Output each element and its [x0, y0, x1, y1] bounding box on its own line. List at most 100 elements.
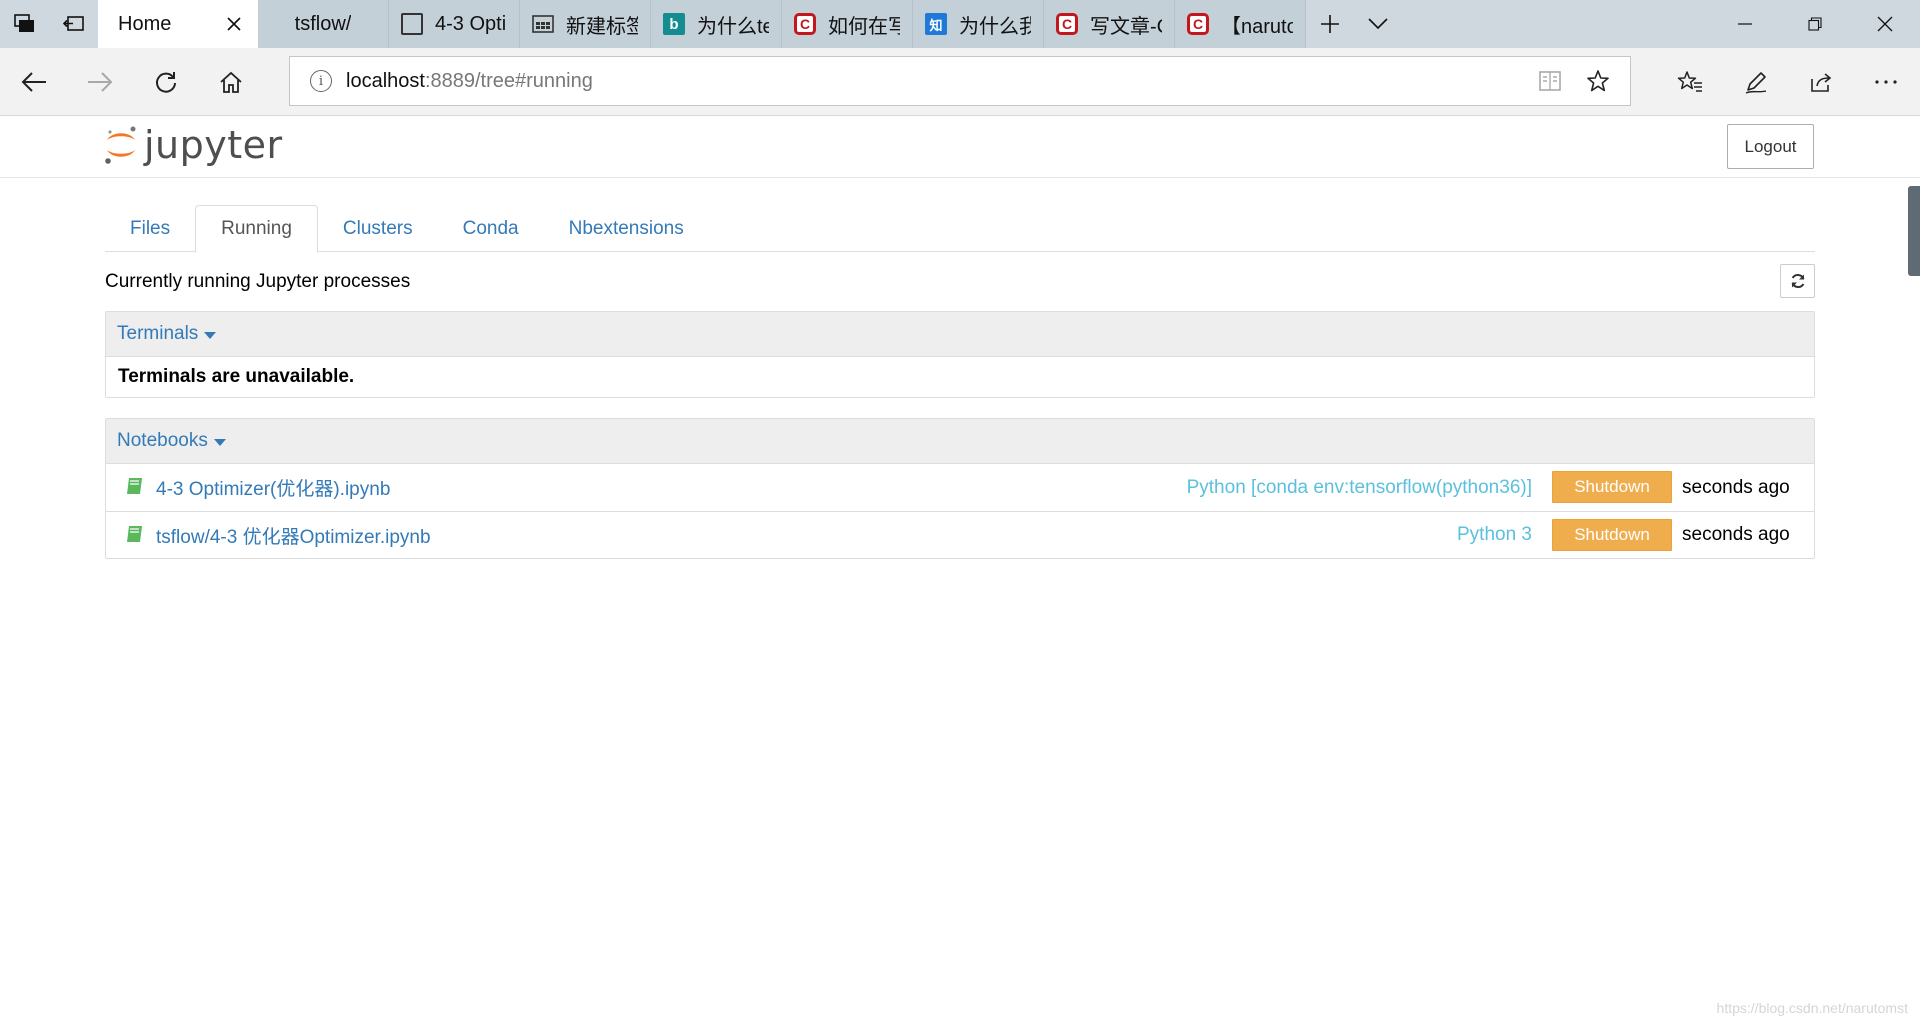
url-text[interactable]: localhost:8889/tree#running — [346, 70, 593, 93]
browser-tab-strip: Home tsflow/ 4-3 Optimi 新建标签页 b 为什么tens … — [0, 0, 1920, 48]
star-icon — [1587, 70, 1609, 92]
close-window-button[interactable] — [1850, 0, 1920, 48]
share-button[interactable] — [1797, 58, 1845, 106]
jupyter-logo-icon — [105, 126, 136, 164]
restore-icon — [1808, 17, 1822, 31]
browser-tab[interactable]: b 为什么tens — [651, 0, 782, 48]
chevron-down-icon — [1368, 18, 1388, 30]
browser-tab-label: 为什么tens — [697, 15, 769, 38]
refresh-icon — [156, 72, 176, 93]
scrollbar-thumb[interactable] — [1908, 186, 1920, 276]
browser-tab-label: tsflow/ — [294, 12, 352, 35]
browser-tab-label: 写文章-CSD — [1090, 15, 1162, 38]
ellipsis-icon — [1875, 80, 1897, 84]
terminals-header[interactable]: Terminals — [106, 312, 1814, 357]
last-activity: seconds ago — [1682, 476, 1790, 498]
grid-page-icon — [532, 13, 554, 35]
minimize-icon — [1738, 23, 1752, 25]
minimize-button[interactable] — [1710, 0, 1780, 48]
terminals-header-label: Terminals — [117, 323, 199, 344]
csdn-icon: C — [1187, 13, 1209, 35]
kernel-name: Python 3 — [1457, 524, 1532, 545]
page-icon — [401, 13, 423, 35]
browser-tab[interactable]: 4-3 Optimi — [389, 0, 520, 48]
restore-button[interactable] — [1780, 0, 1850, 48]
tab-nbextensions[interactable]: Nbextensions — [544, 205, 709, 252]
set-aside-tabs-button[interactable] — [49, 0, 98, 48]
notebook-icon — [127, 526, 142, 542]
refresh-running-button[interactable] — [1780, 264, 1815, 298]
browser-tab-label: 4-3 Optimi — [435, 12, 507, 35]
arrow-right-icon — [88, 72, 113, 92]
tabs-stack-icon — [13, 14, 34, 32]
terminals-panel: Terminals Terminals are unavailable. — [105, 311, 1815, 398]
notebook-icon — [127, 478, 142, 494]
browser-tab-label: 如何在写CS — [828, 15, 900, 38]
tab-clusters[interactable]: Clusters — [318, 205, 438, 252]
browser-tab-label: 为什么我的 — [959, 15, 1031, 38]
caret-down-icon — [213, 438, 226, 446]
shutdown-button[interactable]: Shutdown — [1552, 519, 1672, 551]
tab-conda[interactable]: Conda — [438, 205, 544, 252]
browser-tab-label: 【narutom — [1221, 15, 1293, 38]
favorites-hub-button[interactable] — [1666, 58, 1714, 106]
browser-tab[interactable]: 知 为什么我的 — [913, 0, 1044, 48]
back-button[interactable] — [10, 58, 58, 106]
arrow-left-icon — [21, 72, 46, 92]
reading-view-button[interactable] — [1526, 70, 1574, 92]
logout-button[interactable]: Logout — [1727, 124, 1814, 169]
jupyter-logo-text: jupyter — [144, 123, 283, 167]
notebooks-header-label: Notebooks — [117, 430, 208, 451]
tab-manager-button[interactable] — [0, 0, 49, 48]
list-item: tsflow/4-3 优化器Optimizer.ipynb Python 3 S… — [106, 511, 1814, 558]
running-processes-title: Currently running Jupyter processes — [105, 271, 411, 292]
browser-tab[interactable]: C 如何在写CS — [782, 0, 913, 48]
last-activity: seconds ago — [1682, 524, 1790, 545]
tab-running[interactable]: Running — [195, 205, 318, 253]
refresh-button[interactable] — [142, 58, 190, 106]
notebook-link[interactable]: 4-3 Optimizer(优化器).ipynb — [156, 474, 390, 501]
set-aside-icon — [62, 16, 84, 31]
browser-tab[interactable]: tsflow/ — [258, 0, 389, 48]
tab-preview-button[interactable] — [1354, 0, 1402, 48]
new-tab-button[interactable] — [1306, 0, 1354, 48]
favorites-list-icon — [1677, 71, 1702, 92]
jupyter-header: jupyter Logout — [0, 117, 1920, 178]
kernel-name: Python [conda env:tensorflow(python36)] — [1186, 476, 1532, 498]
list-item: 4-3 Optimizer(优化器).ipynb Python [conda e… — [106, 464, 1814, 511]
plus-icon — [1321, 15, 1339, 33]
tab-files[interactable]: Files — [105, 205, 195, 252]
browser-tab[interactable]: C 【narutom — [1175, 0, 1306, 48]
address-bar[interactable]: i localhost:8889/tree#running — [289, 56, 1631, 106]
caret-down-icon — [204, 331, 217, 339]
jupyter-tabs: Files Running Clusters Conda Nbextension… — [105, 205, 1815, 253]
watermark: https://blog.csdn.net/narutomst — [1716, 1000, 1908, 1016]
browser-tab-label: 新建标签页 — [566, 15, 638, 38]
terminals-unavailable-message: Terminals are unavailable. — [118, 366, 355, 387]
home-button[interactable] — [207, 58, 255, 106]
more-menu-button[interactable] — [1862, 58, 1910, 106]
browser-tab[interactable]: C 写文章-CSD — [1044, 0, 1175, 48]
browser-navigation-bar: i localhost:8889/tree#running — [0, 48, 1920, 116]
info-icon[interactable]: i — [310, 70, 332, 92]
close-icon — [1877, 16, 1893, 32]
forward-button[interactable] — [76, 58, 124, 106]
browser-tab[interactable]: 新建标签页 — [520, 0, 651, 48]
window-controls — [1710, 0, 1920, 48]
jupyter-logo[interactable]: jupyter — [104, 123, 283, 167]
notebooks-header[interactable]: Notebooks — [106, 419, 1814, 464]
notes-button[interactable] — [1732, 58, 1780, 106]
favorite-button[interactable] — [1574, 69, 1622, 93]
close-icon[interactable] — [226, 16, 242, 32]
notebook-link[interactable]: tsflow/4-3 优化器Optimizer.ipynb — [156, 522, 431, 549]
csdn-icon: C — [794, 13, 816, 35]
notebooks-panel: Notebooks 4-3 Optimizer(优化器).ipynb Pytho… — [105, 418, 1815, 559]
home-icon — [220, 71, 242, 93]
bing-icon: b — [663, 13, 685, 35]
shutdown-button[interactable]: Shutdown — [1552, 471, 1672, 503]
share-icon — [1811, 73, 1832, 92]
browser-tab-home[interactable]: Home — [98, 0, 258, 48]
pen-icon — [1745, 72, 1767, 94]
book-icon — [1539, 71, 1561, 91]
csdn-icon: C — [1056, 13, 1078, 35]
